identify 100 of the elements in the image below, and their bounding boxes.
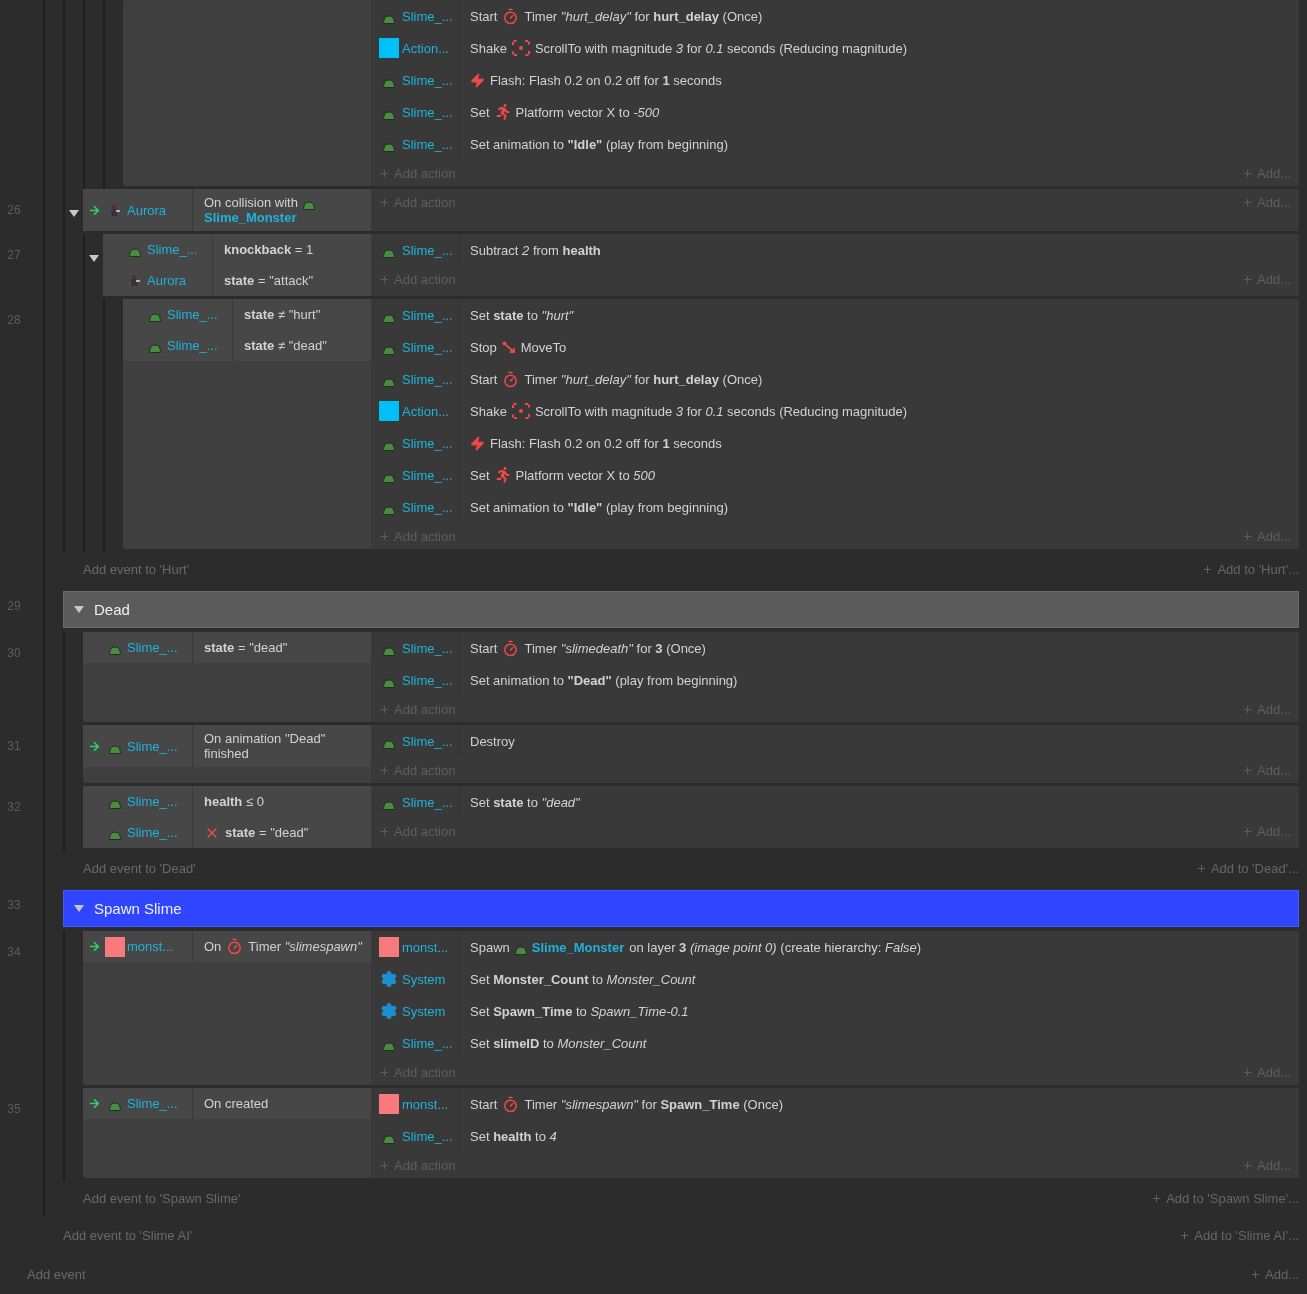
condition-row[interactable]: Slime_... state ≠ "dead" <box>123 330 371 361</box>
action-row[interactable]: Slime_... Set state to "hurt" <box>379 299 1291 331</box>
statement-text: state = "dead" <box>225 825 309 840</box>
statement-text: Set Monster_Count to Monster_Count <box>470 971 696 987</box>
statement-text: On created <box>204 1096 269 1111</box>
group-header[interactable]: Dead <box>63 591 1299 628</box>
action-row[interactable]: System Set Monster_Count to Monster_Count <box>379 963 1291 995</box>
action-row[interactable]: Slime_... Flash: Flash 0.2 on 0.2 off for 1 seconds <box>379 427 1291 459</box>
condition-row[interactable]: Slime_... On created <box>83 1088 371 1119</box>
slime-icon <box>383 142 395 152</box>
condition-row[interactable]: Slime_... On animation "Dead" finished <box>83 725 371 767</box>
plus-icon <box>379 1066 390 1078</box>
condition-row[interactable]: Slime_... knockback = 1 <box>103 234 371 265</box>
sprite-thumbnail-icon <box>379 1094 399 1114</box>
timer-icon <box>502 1095 520 1113</box>
action-row[interactable]: Slime_... Flash: Flash 0.2 on 0.2 off for 1 seconds <box>379 64 1291 96</box>
statement-text: Timer "slimedeath" for 3 (Once) <box>524 640 706 656</box>
statement-text: state ≠ "dead" <box>244 338 327 353</box>
object-name[interactable]: Slime_Monster <box>204 210 297 225</box>
action-row[interactable]: Slime_... Start Timer "slimedeath" for 3 (Once) <box>379 632 1291 664</box>
action-row[interactable]: Slime_... Stop MoveTo <box>379 331 1291 363</box>
object-name: Slime_... <box>402 672 453 688</box>
object-name: Slime_... <box>402 307 453 323</box>
action-row[interactable]: Action... Shake ScrollTo with magnitude 3 for 0.1 seconds (Reducing magnitude) <box>379 32 1291 64</box>
object-name: System <box>402 1003 446 1019</box>
action-row[interactable]: monst... Start Timer "slimespawn" for Spawn_Time (Once) <box>379 1088 1291 1120</box>
action-row[interactable]: Slime_... Set animation to "Idle" (play from beginning) <box>379 491 1291 523</box>
action-row[interactable]: monst... Spawn Slime_Monster on layer 3 (image point 0) (create hierarchy: False) <box>379 931 1291 963</box>
settings-icon <box>380 1002 398 1020</box>
slime-icon <box>383 1041 395 1051</box>
object-name: Slime_... <box>127 794 178 809</box>
caret-icon[interactable] <box>74 606 84 613</box>
statement-text: Platform vector X to 500 <box>515 467 655 483</box>
condition-row[interactable]: Slime_... state = "dead" <box>83 817 371 848</box>
object-name: Slime_... <box>127 825 178 840</box>
action-row[interactable]: Slime_... Set Platform vector X to 500 <box>379 459 1291 491</box>
action-row[interactable]: Slime_... Set state to "dead" <box>379 786 1291 818</box>
statement-text: Timer "hurt_delay" for hurt_delay (Once) <box>524 8 763 24</box>
timer-icon <box>502 7 520 25</box>
plus-icon <box>1242 1159 1254 1171</box>
lightning-icon <box>470 435 485 451</box>
statement-text: Shake <box>470 403 507 419</box>
caret-icon[interactable] <box>89 255 99 262</box>
slime-icon <box>383 505 395 515</box>
action-row[interactable]: Slime_... Set animation to "Dead" (play from beginning) <box>379 664 1291 696</box>
action-row[interactable]: Slime_... Set animation to "Idle" (play from beginning) <box>379 128 1291 160</box>
action-row[interactable]: Slime_... Subtract 2 from health <box>379 234 1291 266</box>
action-row[interactable]: Slime_... Set health to 4 <box>379 1120 1291 1152</box>
running-person-icon <box>494 467 511 483</box>
plus-icon <box>379 167 390 179</box>
action-row[interactable]: Slime_... Destroy <box>379 725 1291 757</box>
statement-text: On collision with <box>204 195 298 210</box>
statement-text: ScrollTo with magnitude 3 for 0.1 seconds (Reducing magnitude) <box>534 403 908 419</box>
statement-text: state ≠ "hurt" <box>244 307 321 322</box>
action-row[interactable]: Action... Shake ScrollTo with magnitude 3 for 0.1 seconds (Reducing magnitude) <box>379 395 1291 427</box>
object-name: Slime_... <box>402 435 453 451</box>
slime-icon <box>383 473 395 483</box>
statement-text: Platform vector X to -500 <box>515 104 660 120</box>
action-row[interactable]: Slime_... Start Timer "hurt_delay" for hurt_delay (Once) <box>379 363 1291 395</box>
statement-text: Set Spawn_Time to Spawn_Time-0.1 <box>470 1003 689 1019</box>
object-name: Action... <box>402 403 449 419</box>
slime-icon <box>383 345 395 355</box>
action-row[interactable]: System Set Spawn_Time to Spawn_Time-0.1 <box>379 995 1291 1027</box>
statement-text: state = "attack" <box>224 273 314 288</box>
action-row[interactable]: Slime_... Start Timer "hurt_delay" for hurt_delay (Once) <box>379 0 1291 32</box>
statement-text: Set health to 4 <box>470 1128 557 1144</box>
statement-text: Set state to "dead" <box>470 794 580 810</box>
statement-text: Flash: Flash 0.2 on 0.2 off for 1 seconds <box>490 435 722 451</box>
plus-icon <box>379 703 390 715</box>
condition-row[interactable]: Aurora On collision with Slime_Monster <box>83 189 371 231</box>
plus-icon <box>379 273 390 285</box>
caret-icon[interactable] <box>69 210 79 217</box>
condition-row[interactable]: Slime_... state = "dead" <box>83 632 371 663</box>
slime-icon <box>383 78 395 88</box>
plus-icon <box>1242 167 1254 179</box>
slime-icon <box>302 201 315 210</box>
group-header[interactable]: Spawn Slime <box>63 890 1299 927</box>
statement-text: Stop <box>470 339 497 355</box>
object-name: monst... <box>127 939 174 954</box>
condition-row[interactable]: Slime_... state ≠ "hurt" <box>123 299 371 330</box>
condition-row[interactable]: Aurora state = "attack" <box>103 265 371 296</box>
statement-text: Set <box>470 467 490 483</box>
object-name[interactable]: Slime_Monster <box>531 939 625 955</box>
statement-text: Start <box>470 640 498 656</box>
plus-icon <box>379 825 390 837</box>
statement-text: Start <box>470 1096 498 1112</box>
caret-icon[interactable] <box>74 905 84 912</box>
slime-icon <box>109 744 121 754</box>
statement-text: health ≤ 0 <box>204 794 264 809</box>
condition-row[interactable]: Slime_... health ≤ 0 <box>83 786 371 817</box>
statement-text: On animation "Dead" finished <box>204 731 327 761</box>
plus-icon <box>1242 273 1254 285</box>
condition-row[interactable]: monst... On Timer "slimespawn" <box>83 931 371 962</box>
action-row[interactable]: Slime_... Set slimeID to Monster_Count <box>379 1027 1291 1059</box>
object-name: Slime_... <box>402 242 453 258</box>
statement-text: Timer "slimespawn" for Spawn_Time (Once) <box>524 1096 783 1112</box>
action-row[interactable]: Slime_... Set Platform vector X to -500 <box>379 96 1291 128</box>
slime-icon <box>149 344 161 353</box>
object-name: Slime_... <box>402 339 453 355</box>
object-name: Slime_... <box>402 1128 453 1144</box>
